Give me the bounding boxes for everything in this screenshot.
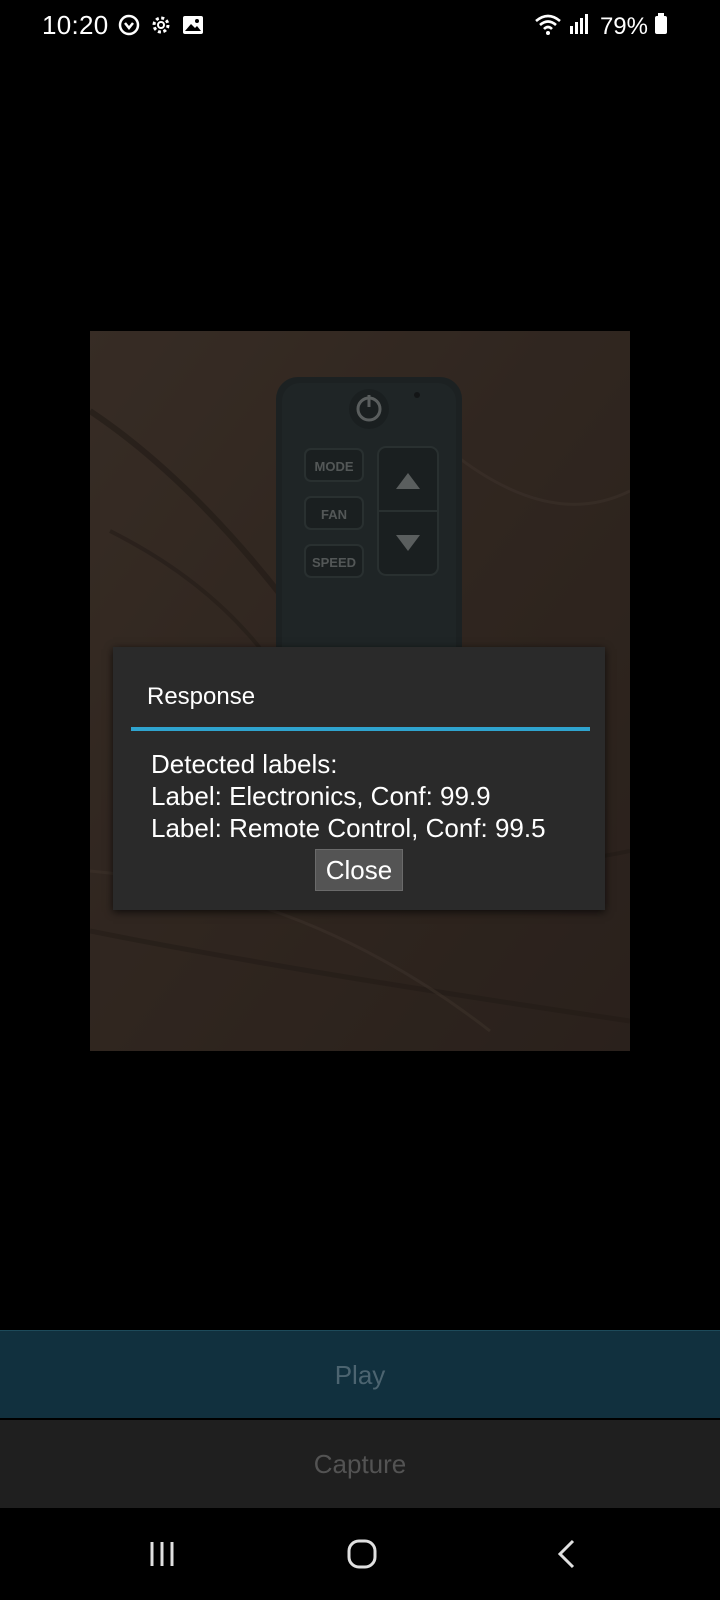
wifi-icon (534, 12, 562, 41)
navigation-bar (0, 1508, 720, 1600)
dialog-divider (131, 727, 590, 731)
battery-percent: 79% (599, 12, 648, 40)
response-dialog: Response Detected labels: Label: Electro… (113, 647, 605, 910)
detected-label-item: Label: Electronics, Conf: 99.9 (151, 781, 491, 811)
settings-gear-icon (149, 13, 173, 37)
back-icon[interactable] (551, 1538, 583, 1575)
close-button[interactable]: Close (315, 849, 403, 891)
recent-apps-icon[interactable] (146, 1538, 178, 1575)
battery-icon (654, 12, 668, 41)
detected-labels-heading: Detected labels: (151, 749, 338, 779)
detected-label-item: Label: Remote Control, Conf: 99.5 (151, 813, 546, 843)
home-icon[interactable] (346, 1538, 378, 1575)
signal-icon (568, 12, 590, 41)
status-notification-icons (117, 13, 205, 37)
status-right: 79% (534, 12, 668, 41)
dialog-message: Detected labels: Label: Electronics, Con… (151, 748, 546, 844)
notification-app-icon (117, 13, 141, 37)
dialog-title: Response (147, 683, 256, 710)
gallery-icon (181, 13, 205, 37)
play-button[interactable]: Play (0, 1330, 720, 1418)
capture-button[interactable]: Capture (0, 1420, 720, 1508)
status-bar: 10:20 79% (0, 0, 720, 52)
status-time: 10:20 (42, 10, 109, 40)
